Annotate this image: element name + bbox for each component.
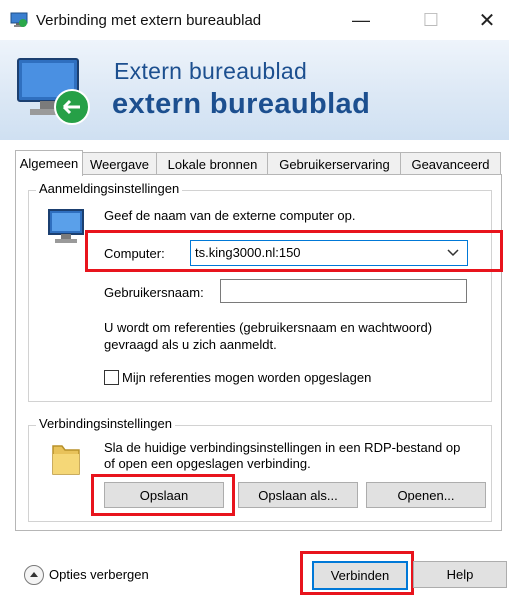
banner-subtitle: Extern bureaublad: [114, 58, 308, 84]
minimize-button[interactable]: —: [344, 6, 378, 34]
credentials-info-line2: gevraagd als u zich aanmeldt.: [104, 337, 277, 352]
options-toggle-label[interactable]: Opties verbergen: [49, 567, 149, 582]
connection-desc-line2: of open een opgeslagen verbinding.: [104, 456, 311, 471]
folder-icon: [52, 445, 80, 475]
username-label: Gebruikersnaam:: [104, 285, 204, 300]
username-input[interactable]: [220, 279, 467, 303]
tab-geavanceerd[interactable]: Geavanceerd: [400, 152, 501, 175]
tab-weergave[interactable]: Weergave: [81, 152, 158, 175]
help-button[interactable]: Help: [413, 561, 507, 588]
credentials-info-line1: U wordt om referenties (gebruikersnaam e…: [104, 320, 433, 335]
tab-lokale-bronnen[interactable]: Lokale bronnen: [156, 152, 269, 175]
remote-desktop-icon: [10, 12, 28, 27]
logon-settings-legend: Aanmeldingsinstellingen: [36, 181, 183, 196]
logon-instruction: Geef de naam van de externe computer op.: [104, 208, 356, 223]
save-credentials-checkbox[interactable]: [104, 370, 119, 385]
remote-desktop-icon: [17, 58, 90, 125]
save-as-button[interactable]: Opslaan als...: [238, 482, 358, 508]
options-toggle-button[interactable]: [24, 565, 44, 585]
save-button-highlight: [91, 474, 235, 516]
maximize-button[interactable]: ☐: [414, 6, 448, 34]
connection-desc-line1: Sla de huidige verbindingsinstellingen i…: [104, 440, 461, 455]
connect-button-highlight: [300, 551, 414, 595]
title-bar: Verbinding met extern bureaublad — ☐ ✕: [0, 0, 509, 40]
close-button[interactable]: ✕: [470, 6, 504, 34]
chevron-up-icon: [30, 572, 38, 577]
tab-gebruikerservaring[interactable]: Gebruikerservaring: [267, 152, 402, 175]
save-credentials-label[interactable]: Mijn referenties mogen worden opgeslagen: [122, 370, 371, 385]
connection-settings-legend: Verbindingsinstellingen: [36, 416, 175, 431]
computer-highlight: [85, 230, 503, 272]
tab-algemeen[interactable]: Algemeen: [15, 150, 83, 176]
window-title: Verbinding met extern bureaublad: [36, 12, 262, 29]
banner-title: extern bureaublad: [112, 88, 371, 120]
open-button[interactable]: Openen...: [366, 482, 486, 508]
